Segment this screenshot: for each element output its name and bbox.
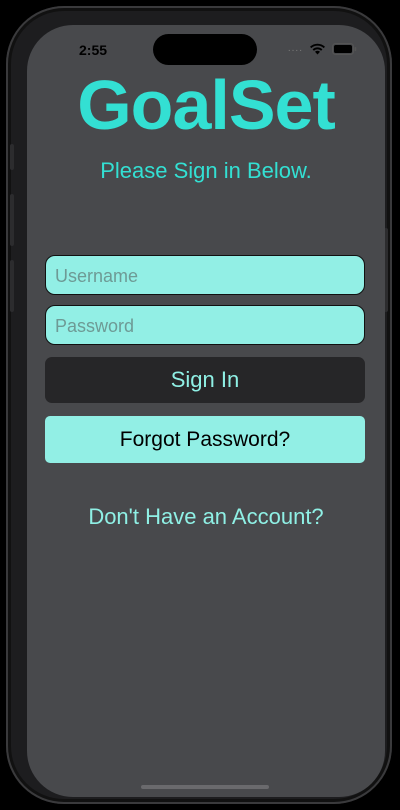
password-field[interactable] <box>45 305 365 345</box>
volume-up-button <box>10 194 14 246</box>
status-time: 2:55 <box>79 42 108 58</box>
forgot-password-button[interactable]: Forgot Password? <box>45 416 365 463</box>
screen: 2:55 .... GoalSet Please Sign in Below. <box>27 25 385 797</box>
wifi-icon <box>309 43 326 55</box>
volume-down-button <box>10 260 14 312</box>
no-account-link[interactable]: Don't Have an Account? <box>27 504 385 530</box>
status-icons: .... <box>288 43 357 55</box>
home-indicator[interactable] <box>141 785 269 789</box>
dynamic-island <box>153 34 257 65</box>
battery-icon <box>332 43 357 55</box>
sign-in-button[interactable]: Sign In <box>45 357 365 403</box>
username-field[interactable] <box>45 255 365 295</box>
phone-frame: 2:55 .... GoalSet Please Sign in Below. <box>6 6 392 804</box>
page-subtitle: Please Sign in Below. <box>100 158 312 183</box>
mute-switch <box>10 144 14 170</box>
signal-icon: .... <box>287 43 303 54</box>
app-title: GoalSet <box>77 66 336 144</box>
